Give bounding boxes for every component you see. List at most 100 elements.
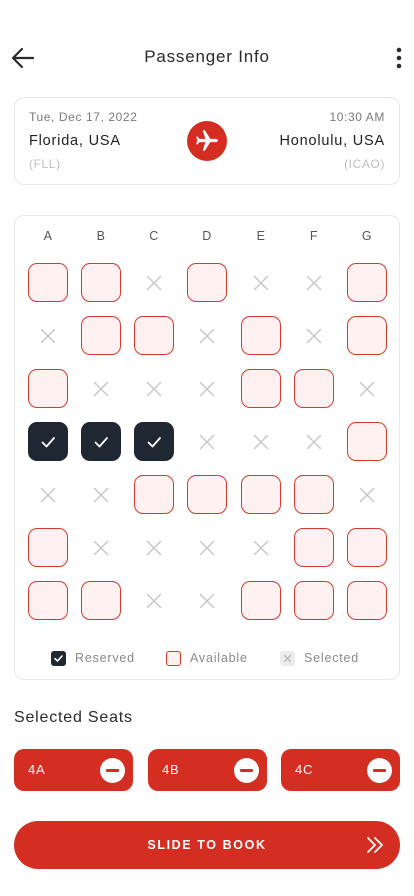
- unavailable-x-icon: [359, 381, 375, 396]
- seat-column-header: A: [43, 229, 53, 243]
- seat-3e[interactable]: [241, 369, 281, 408]
- unavailable-x-icon: [199, 540, 215, 555]
- seat-1c: [134, 263, 174, 302]
- seat-4g[interactable]: [347, 422, 387, 461]
- seat-6e: [241, 528, 281, 567]
- checkmark-icon: [41, 436, 55, 447]
- unavailable-x-icon: [93, 487, 109, 502]
- flight-date: Tue, Dec 17, 2022: [29, 110, 138, 124]
- legend-reserved: Reserved: [51, 650, 135, 666]
- seat-3c: [134, 369, 174, 408]
- seat-4d: [187, 422, 227, 461]
- seat-7b[interactable]: [81, 581, 121, 620]
- checkmark-icon: [94, 436, 108, 447]
- seat-2e[interactable]: [241, 316, 281, 355]
- selected-seats-title: Selected Seats: [14, 709, 133, 726]
- seat-column-header: C: [149, 229, 159, 243]
- flight-time: 10:30 AM: [329, 110, 385, 124]
- unavailable-x-icon: [146, 540, 162, 555]
- seat-7g[interactable]: [347, 581, 387, 620]
- minus-icon: [240, 769, 253, 772]
- unavailable-x-icon: [306, 328, 322, 343]
- unavailable-x-icon: [253, 540, 269, 555]
- unavailable-x-icon: [253, 434, 269, 449]
- destination-city: Honolulu, USA: [279, 133, 385, 149]
- seat-5e[interactable]: [241, 475, 281, 514]
- slide-to-book-button[interactable]: SLIDE TO BOOK: [14, 821, 400, 869]
- seat-1f: [294, 263, 334, 302]
- seat-1a[interactable]: [28, 263, 68, 302]
- unavailable-x-icon: [146, 593, 162, 608]
- seat-5c[interactable]: [134, 475, 174, 514]
- unavailable-x-icon: [93, 540, 109, 555]
- seat-6g[interactable]: [347, 528, 387, 567]
- seat-2b[interactable]: [81, 316, 121, 355]
- selected-seat-chip[interactable]: 4B: [148, 749, 267, 791]
- seat-7f[interactable]: [294, 581, 334, 620]
- seat-4b[interactable]: [81, 422, 121, 461]
- selected-seat-label: 4C: [295, 762, 314, 777]
- unavailable-x-icon: [199, 434, 215, 449]
- seat-5d[interactable]: [187, 475, 227, 514]
- seat-7a[interactable]: [28, 581, 68, 620]
- seat-3a[interactable]: [28, 369, 68, 408]
- remove-seat-button[interactable]: [100, 758, 125, 783]
- seat-1d[interactable]: [187, 263, 227, 302]
- seat-4c[interactable]: [134, 422, 174, 461]
- seat-5f[interactable]: [294, 475, 334, 514]
- seat-2g[interactable]: [347, 316, 387, 355]
- checkmark-icon: [147, 436, 161, 447]
- origin-code: (FLL): [29, 157, 61, 171]
- selected-seat-label: 4B: [162, 762, 180, 777]
- unavailable-x-icon: [199, 381, 215, 396]
- unavailable-x-icon: [199, 328, 215, 343]
- seat-column-header: F: [309, 229, 319, 243]
- legend-reserved-label: Reserved: [75, 651, 135, 665]
- unavailable-x-icon: [146, 275, 162, 290]
- seat-4f: [294, 422, 334, 461]
- plane-badge: [187, 121, 227, 161]
- unavailable-x-icon: [306, 434, 322, 449]
- minus-icon: [373, 769, 386, 772]
- seat-column-header: G: [361, 229, 373, 243]
- seat-2c[interactable]: [134, 316, 174, 355]
- seat-7c: [134, 581, 174, 620]
- seat-6c: [134, 528, 174, 567]
- unavailable-x-icon: [40, 328, 56, 343]
- slide-to-book-label: SLIDE TO BOOK: [147, 838, 267, 852]
- remove-seat-button[interactable]: [367, 758, 392, 783]
- seat-column-header: E: [256, 229, 266, 243]
- unavailable-x-icon: [93, 381, 109, 396]
- selected-seat-chip[interactable]: 4C: [281, 749, 400, 791]
- seat-7d: [187, 581, 227, 620]
- legend-available-label: Available: [190, 651, 248, 665]
- seat-6b: [81, 528, 121, 567]
- minus-icon: [106, 769, 119, 772]
- seat-3f[interactable]: [294, 369, 334, 408]
- legend-available: Available: [166, 650, 248, 666]
- seat-column-header: D: [202, 229, 212, 243]
- destination-code: (ICAO): [344, 157, 385, 171]
- unavailable-x-icon: [40, 487, 56, 502]
- seat-6a[interactable]: [28, 528, 68, 567]
- selected-seat-label: 4A: [28, 762, 46, 777]
- legend-selected-label: Selected: [304, 651, 360, 665]
- unavailable-x-icon: [253, 275, 269, 290]
- legend-selected: Selected: [280, 650, 359, 666]
- remove-seat-button[interactable]: [234, 758, 259, 783]
- seat-3g: [347, 369, 387, 408]
- seat-4e: [241, 422, 281, 461]
- seat-4a[interactable]: [28, 422, 68, 461]
- selected-seat-chip[interactable]: 4A: [14, 749, 133, 791]
- seat-map-card: A B C D E F G Reserved Available Selected: [14, 215, 400, 680]
- unavailable-x-icon: [146, 381, 162, 396]
- seat-1g[interactable]: [347, 263, 387, 302]
- seat-2a: [28, 316, 68, 355]
- more-options-button[interactable]: [388, 44, 410, 72]
- double-chevron-right-icon: [367, 837, 383, 853]
- seat-1b[interactable]: [81, 263, 121, 302]
- available-legend-icon: [166, 650, 181, 666]
- seat-6d: [187, 528, 227, 567]
- seat-7e[interactable]: [241, 581, 281, 620]
- seat-6f[interactable]: [294, 528, 334, 567]
